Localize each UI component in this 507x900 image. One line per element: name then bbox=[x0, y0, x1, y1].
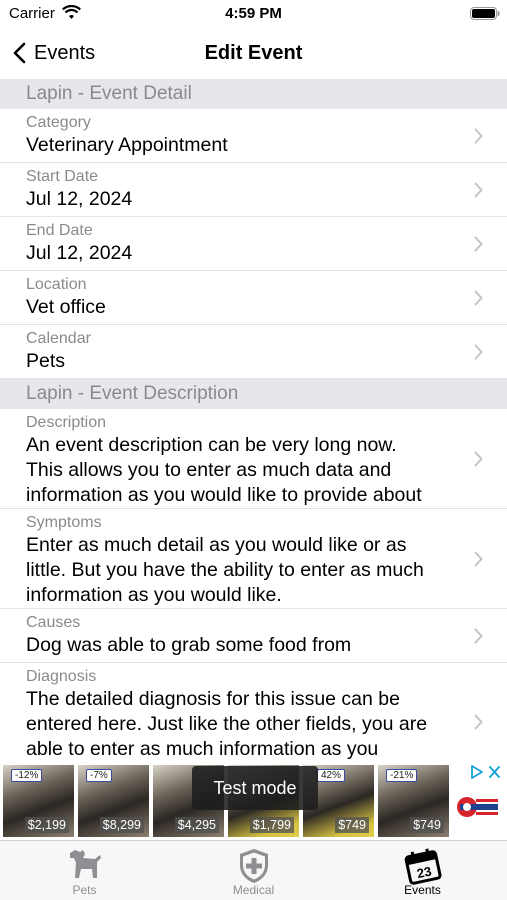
row-label: Description bbox=[26, 414, 107, 431]
tab-pets[interactable]: Pets bbox=[0, 841, 169, 900]
row-value: Jul 12, 2024 bbox=[26, 188, 133, 210]
ad-price-label: $749 bbox=[335, 817, 369, 833]
ad-price-label: $4,295 bbox=[174, 817, 219, 833]
diagnosis-row[interactable]: Diagnosis The detailed diagnosis for thi… bbox=[0, 663, 507, 763]
ad-price-label: $2,199 bbox=[24, 817, 69, 833]
adchoices-icon[interactable] bbox=[470, 765, 502, 779]
start-date-row[interactable]: Start Date Jul 12, 2024 bbox=[0, 163, 507, 217]
chevron-right-icon bbox=[474, 714, 483, 730]
ad-price-label: $1,799 bbox=[249, 817, 294, 833]
row-value: Dog was able to grab some food from bbox=[26, 634, 352, 656]
chevron-right-icon bbox=[474, 290, 483, 306]
calendar-row[interactable]: Calendar Pets bbox=[0, 325, 507, 379]
row-label: End Date bbox=[26, 222, 93, 239]
row-value: Pets bbox=[26, 350, 66, 372]
medical-shield-icon bbox=[239, 849, 268, 883]
ad-banner[interactable]: -12% $2,199 -7% $8,299 $4,295 $1,799 42%… bbox=[0, 763, 507, 840]
row-value: An event description can be very long no… bbox=[26, 434, 422, 506]
svg-text:23: 23 bbox=[415, 864, 432, 882]
row-value: Jul 12, 2024 bbox=[26, 242, 133, 264]
ad-discount-badge: -12% bbox=[11, 769, 43, 782]
end-date-row[interactable]: End Date Jul 12, 2024 bbox=[0, 217, 507, 271]
location-row[interactable]: Location Vet office bbox=[0, 271, 507, 325]
tab-label: Events bbox=[404, 883, 441, 897]
navigation-bar: Events Edit Event bbox=[0, 30, 507, 78]
row-value: Vet office bbox=[26, 296, 106, 318]
ad-discount-badge: 42% bbox=[317, 769, 346, 782]
tab-bar: Pets Medical 23 Events bbox=[0, 840, 507, 900]
chevron-right-icon bbox=[474, 451, 483, 467]
ad-discount-badge: -7% bbox=[86, 769, 112, 782]
tab-label: Pets bbox=[72, 883, 97, 897]
row-label: Location bbox=[26, 276, 87, 293]
dog-icon bbox=[69, 850, 101, 878]
causes-row[interactable]: Causes Dog was able to grab some food fr… bbox=[0, 609, 507, 663]
battery-icon bbox=[470, 7, 500, 20]
ad-price-label: $749 bbox=[410, 817, 444, 833]
row-value: The detailed diagnosis for this issue ca… bbox=[26, 688, 428, 760]
ad-product-tile[interactable]: -7% $8,299 bbox=[78, 765, 149, 837]
row-label: Calendar bbox=[26, 330, 91, 347]
chevron-right-icon bbox=[474, 182, 483, 198]
section-header-event-detail: Lapin - Event Detail bbox=[0, 79, 507, 109]
tab-label: Medical bbox=[232, 883, 275, 897]
row-label: Causes bbox=[26, 614, 81, 631]
row-value: Veterinary Appointment bbox=[26, 134, 228, 156]
page-title: Edit Event bbox=[204, 42, 303, 64]
status-bar: Carrier 4:59 PM bbox=[0, 0, 507, 30]
chevron-right-icon bbox=[474, 344, 483, 360]
chevron-right-icon bbox=[474, 628, 483, 644]
chevron-right-icon bbox=[474, 128, 483, 144]
row-label: Diagnosis bbox=[26, 668, 97, 685]
row-label: Category bbox=[26, 114, 91, 131]
row-value: Enter as much detail as you would like o… bbox=[26, 534, 424, 606]
category-row[interactable]: Category Veterinary Appointment bbox=[0, 109, 507, 163]
clock: 4:59 PM bbox=[225, 5, 282, 22]
tab-events[interactable]: 23 Events bbox=[338, 841, 507, 900]
ad-price-label: $8,299 bbox=[99, 817, 144, 833]
advertiser-logo bbox=[457, 797, 498, 817]
ad-product-tile[interactable]: -21% $749 bbox=[378, 765, 449, 837]
event-form[interactable]: Lapin - Event Detail Category Veterinary… bbox=[0, 79, 507, 763]
section-header-event-description: Lapin - Event Description bbox=[0, 379, 507, 409]
ad-discount-badge: -21% bbox=[386, 769, 418, 782]
tab-medical[interactable]: Medical bbox=[169, 841, 338, 900]
chevron-right-icon bbox=[474, 236, 483, 252]
calendar-icon: 23 bbox=[404, 848, 442, 885]
row-label: Start Date bbox=[26, 168, 99, 185]
test-mode-label: Test mode bbox=[192, 766, 318, 810]
row-label: Symptoms bbox=[26, 514, 102, 531]
chevron-right-icon bbox=[474, 551, 483, 567]
ad-product-tile[interactable]: -12% $2,199 bbox=[3, 765, 74, 837]
description-row[interactable]: Description An event description can be … bbox=[0, 409, 507, 509]
symptoms-row[interactable]: Symptoms Enter as much detail as you wou… bbox=[0, 509, 507, 609]
